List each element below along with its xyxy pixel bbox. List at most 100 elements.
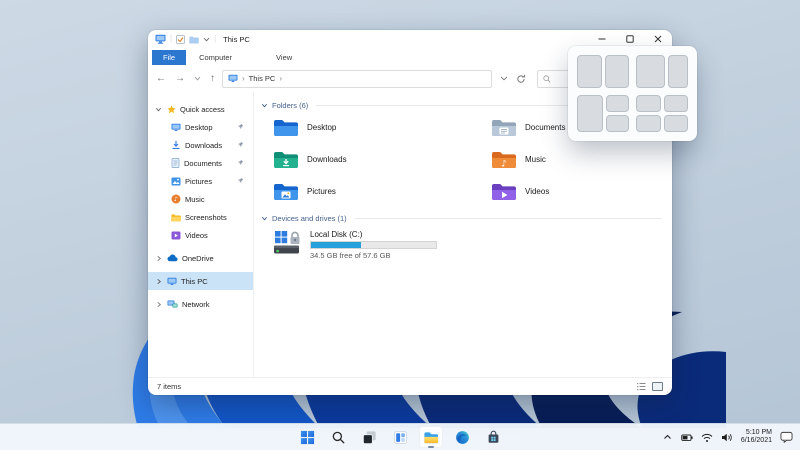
app-icon: [155, 34, 166, 44]
svg-text:♪: ♪: [501, 159, 507, 169]
snap-layout-two-columns-equal[interactable]: [577, 55, 629, 88]
store-icon: [486, 430, 501, 445]
edge-button[interactable]: [450, 426, 474, 448]
pin-icon: [237, 159, 244, 166]
group-header-devices[interactable]: Devices and drives (1): [261, 214, 662, 223]
refresh-icon[interactable]: [516, 74, 526, 84]
sidebar-item-music[interactable]: ♪ Music: [148, 190, 253, 208]
tab-view[interactable]: View: [265, 50, 303, 65]
tab-computer[interactable]: Computer: [188, 50, 243, 65]
monitor-icon: [167, 277, 177, 286]
snap-zone[interactable]: [605, 55, 630, 88]
search-button[interactable]: [326, 426, 350, 448]
snap-zone[interactable]: [606, 95, 630, 112]
sidebar-item-label: Screenshots: [185, 213, 227, 222]
notifications-bubble-icon[interactable]: [780, 431, 793, 443]
snap-layout-two-columns-wide-left[interactable]: [636, 55, 688, 88]
video-icon: [171, 231, 181, 240]
store-button[interactable]: [481, 426, 505, 448]
address-bar[interactable]: › This PC ›: [222, 70, 492, 88]
network-icon: [167, 300, 178, 309]
status-bar: 7 items: [148, 377, 672, 395]
sidebar-item-label: This PC: [181, 277, 208, 286]
snap-zone[interactable]: [606, 115, 630, 132]
snap-zone[interactable]: [577, 95, 603, 133]
breadcrumb[interactable]: This PC: [249, 74, 276, 83]
snap-zone[interactable]: [577, 55, 602, 88]
sidebar-item-label: Documents: [184, 159, 222, 168]
address-dropdown-icon[interactable]: [500, 76, 508, 81]
up-arrow-icon[interactable]: ↑: [210, 73, 215, 84]
drive-item-local-disk-c[interactable]: Local Disk (C:) 34.5 GB free of 57.6 GB: [273, 230, 662, 260]
snap-zone[interactable]: [664, 95, 689, 112]
back-arrow-icon[interactable]: ←: [156, 73, 166, 84]
sidebar-item-label: OneDrive: [182, 254, 214, 263]
chevron-down-icon[interactable]: [261, 102, 268, 109]
sidebar-item-documents[interactable]: Documents: [148, 154, 253, 172]
music-icon: ♪: [171, 194, 181, 204]
folder-item-desktop[interactable]: Desktop: [273, 117, 491, 138]
chevron-right-icon[interactable]: [156, 278, 162, 285]
window-title: This PC: [223, 35, 250, 44]
chevron-down-icon[interactable]: [155, 106, 162, 113]
snap-zone[interactable]: [636, 95, 661, 112]
widgets-icon: [393, 430, 408, 445]
group-rule: [355, 218, 662, 219]
snap-zone[interactable]: [636, 55, 665, 88]
snap-zone[interactable]: [664, 115, 689, 132]
task-view-icon: [362, 430, 377, 445]
folder-item-downloads[interactable]: Downloads: [273, 149, 491, 170]
sidebar-item-quick-access[interactable]: Quick access: [148, 100, 253, 118]
volume-icon[interactable]: [721, 432, 733, 443]
tab-file[interactable]: File: [152, 50, 186, 65]
sidebar-item-onedrive[interactable]: OneDrive: [148, 249, 253, 267]
folder-item-videos[interactable]: Videos: [491, 181, 662, 202]
taskbar: 5:10 PM 6/16/2021: [0, 423, 800, 450]
minimize-icon: [598, 35, 606, 43]
chevron-right-icon[interactable]: [156, 255, 162, 262]
battery-icon[interactable]: [681, 432, 693, 443]
edge-icon: [455, 430, 470, 445]
sidebar-item-desktop[interactable]: Desktop: [148, 118, 253, 136]
hidden-icons-chevron-icon[interactable]: [662, 432, 673, 442]
group-label: Folders (6): [272, 101, 308, 110]
snap-layout-left-half-right-stacked[interactable]: [577, 95, 629, 133]
chevron-down-icon[interactable]: [261, 215, 268, 222]
folder-documents-icon: [491, 118, 517, 138]
large-icons-view-icon[interactable]: [652, 382, 663, 391]
folder-music-icon: ♪: [491, 150, 517, 170]
chevron-right-icon[interactable]: [156, 301, 162, 308]
taskbar-clock[interactable]: 5:10 PM 6/16/2021: [741, 429, 772, 446]
task-view-button[interactable]: [357, 426, 381, 448]
file-explorer-button[interactable]: [419, 426, 443, 448]
folder-item-pictures[interactable]: Pictures: [273, 181, 491, 202]
sidebar-item-this-pc[interactable]: This PC: [148, 272, 253, 290]
snap-zone[interactable]: [636, 115, 661, 132]
pin-icon: [237, 177, 244, 184]
disk-capacity-text: 34.5 GB free of 57.6 GB: [310, 251, 437, 260]
start-button[interactable]: [295, 426, 319, 448]
snap-zone[interactable]: [668, 55, 688, 88]
file-explorer-icon: [423, 430, 439, 445]
sidebar-item-screenshots[interactable]: Screenshots: [148, 208, 253, 226]
details-view-icon[interactable]: [637, 382, 646, 391]
folder-item-music[interactable]: ♪ Music: [491, 149, 662, 170]
disk-usage-bar: [310, 241, 437, 249]
system-drive-bitlocker-icon: [273, 230, 303, 257]
sidebar-item-network[interactable]: Network: [148, 295, 253, 313]
document-icon: [171, 158, 180, 168]
sidebar-item-videos[interactable]: Videos: [148, 226, 253, 244]
qat-dropdown-icon[interactable]: [203, 37, 210, 42]
wifi-icon[interactable]: [701, 432, 713, 443]
widgets-button[interactable]: [388, 426, 412, 448]
sidebar-item-downloads[interactable]: Downloads: [148, 136, 253, 154]
disk-usage-fill: [311, 242, 361, 248]
recent-locations-dropdown-icon[interactable]: [194, 76, 201, 81]
snap-layout-four-quadrants[interactable]: [636, 95, 688, 133]
new-folder-icon[interactable]: [189, 35, 199, 44]
snap-layouts-flyout: [568, 46, 697, 141]
properties-icon[interactable]: [176, 35, 185, 44]
sidebar-item-pictures[interactable]: Pictures: [148, 172, 253, 190]
picture-icon: [171, 177, 181, 186]
forward-arrow-icon[interactable]: →: [175, 73, 185, 84]
